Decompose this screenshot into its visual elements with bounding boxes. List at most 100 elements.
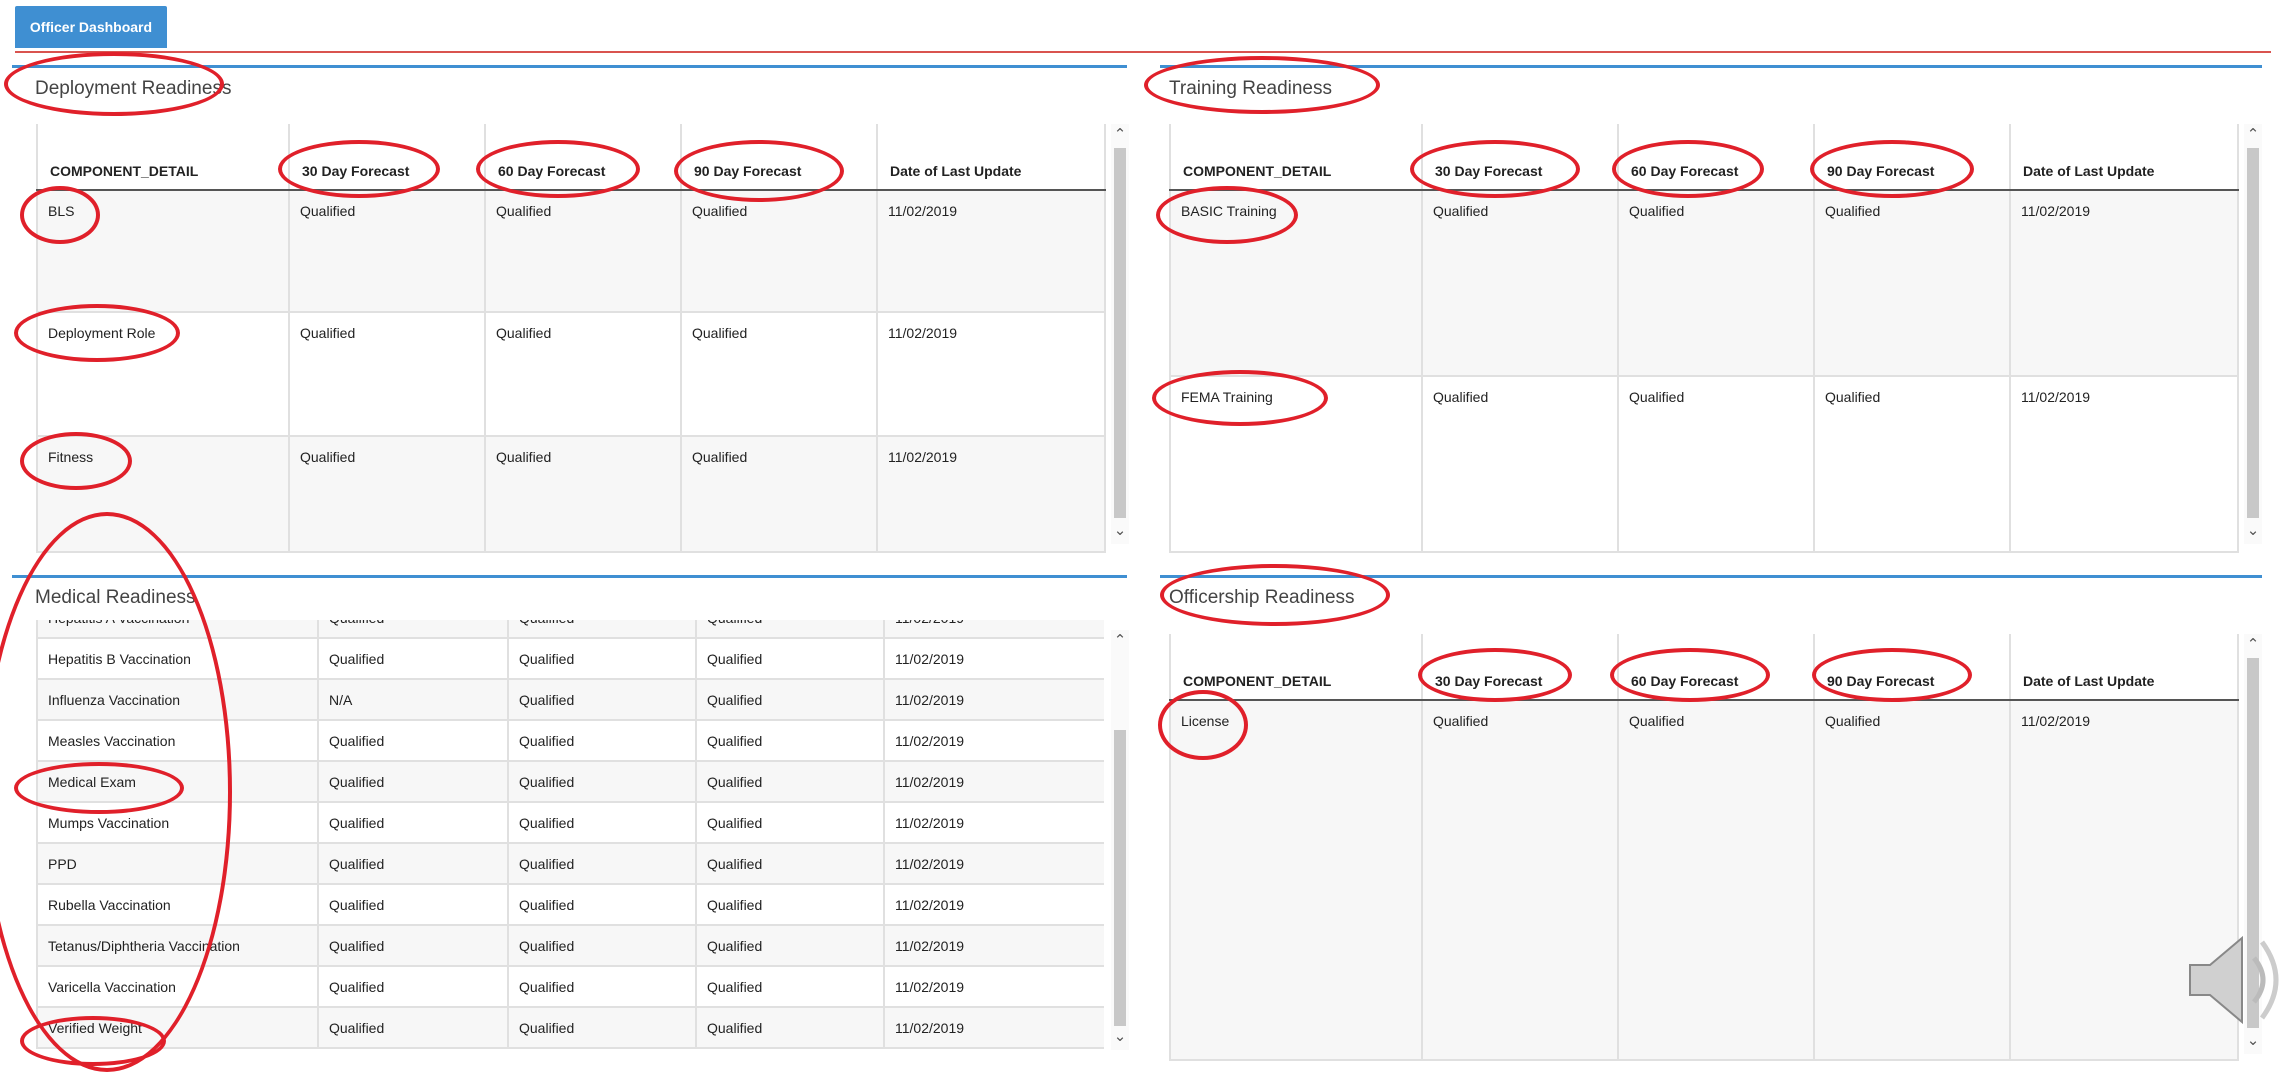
table-row[interactable]: Deployment Role Qualified Qualified Qual…	[36, 311, 1106, 437]
col-header-90-day[interactable]: 90 Day Forecast	[1813, 634, 2011, 701]
cell-30-day: Qualified	[317, 801, 509, 844]
table-row[interactable]: FEMA Training Qualified Qualified Qualif…	[1169, 375, 2239, 553]
deployment-table: COMPONENT_DETAIL 30 Day Forecast 60 Day …	[36, 124, 1106, 553]
cell-60-day: Qualified	[1617, 699, 1815, 1061]
chevron-up-icon[interactable]: ⌃	[2245, 126, 2261, 144]
table-row[interactable]: Fitness Qualified Qualified Qualified 11…	[36, 435, 1106, 553]
table-row[interactable]: Influenza Vaccination N/A Qualified Qualifi…	[36, 678, 1104, 721]
col-header-90-day[interactable]: 90 Day Forecast	[680, 124, 878, 191]
cell-30-day: Qualified	[317, 842, 509, 885]
col-header-last-update[interactable]: Date of Last Update	[2009, 634, 2239, 701]
cell-last-update: 11/02/2019	[883, 1006, 1104, 1049]
chevron-down-icon[interactable]: ⌄	[1112, 522, 1128, 540]
medical-scrollbar[interactable]: ⌃ ⌄	[1111, 630, 1129, 1050]
col-header-60-day[interactable]: 60 Day Forecast	[1617, 634, 1815, 701]
cell-component: Measles Vaccination	[36, 719, 319, 762]
tab-officer-dashboard[interactable]: Officer Dashboard	[15, 6, 167, 48]
chevron-down-icon[interactable]: ⌄	[1112, 1028, 1128, 1046]
chevron-up-icon[interactable]: ⌃	[2245, 636, 2261, 654]
table-row[interactable]: Tetanus/Diphtheria Vaccination Qualified Q…	[36, 924, 1104, 967]
cell-last-update: 11/02/2019	[2009, 189, 2239, 377]
cell-60-day: Qualified	[507, 678, 697, 721]
col-header-component[interactable]: COMPONENT_DETAIL	[36, 124, 290, 191]
table-row[interactable]: Mumps Vaccination Qualified Qualified Quali…	[36, 801, 1104, 844]
cell-60-day: Qualified	[507, 883, 697, 926]
cell-60-day: Qualified	[507, 620, 697, 639]
cell-last-update: 11/02/2019	[2009, 375, 2239, 553]
cell-last-update: 11/02/2019	[883, 924, 1104, 967]
cell-90-day: Qualified	[695, 801, 885, 844]
table-row[interactable]: License Qualified Qualified Qualified 11…	[1169, 699, 2239, 1061]
scroll-thumb[interactable]	[2247, 148, 2259, 518]
col-header-component[interactable]: COMPONENT_DETAIL	[1169, 634, 1423, 701]
cell-60-day: Qualified	[484, 435, 682, 553]
cell-component: PPD	[36, 842, 319, 885]
cell-60-day: Qualified	[507, 719, 697, 762]
col-header-60-day[interactable]: 60 Day Forecast	[1617, 124, 1815, 191]
cell-component: License	[1169, 699, 1423, 1061]
cell-last-update: 11/02/2019	[876, 189, 1106, 313]
medical-readiness-title: Medical Readiness	[35, 587, 196, 608]
col-header-component[interactable]: COMPONENT_DETAIL	[1169, 124, 1423, 191]
table-row[interactable]: Verified Weight Qualified Qualified Qualifi…	[36, 1006, 1104, 1049]
table-row[interactable]: Hepatitis A Vaccination Qualified Qualif…	[36, 620, 1104, 639]
medical-panel-border	[12, 575, 1127, 578]
cell-last-update: 11/02/2019	[883, 883, 1104, 926]
cell-30-day: Qualified	[317, 965, 509, 1008]
cell-last-update: 11/02/2019	[883, 719, 1104, 762]
cell-30-day: Qualified	[317, 637, 509, 680]
cell-last-update: 11/02/2019	[883, 842, 1104, 885]
cell-30-day: Qualified	[317, 883, 509, 926]
cell-last-update: 11/02/2019	[883, 965, 1104, 1008]
col-header-60-day[interactable]: 60 Day Forecast	[484, 124, 682, 191]
cell-30-day: Qualified	[317, 620, 509, 639]
col-header-last-update[interactable]: Date of Last Update	[2009, 124, 2239, 191]
table-row[interactable]: Hepatitis B Vaccination Qualified Qualifie…	[36, 637, 1104, 680]
cell-last-update: 11/02/2019	[883, 801, 1104, 844]
cell-component: Tetanus/Diphtheria Vaccination	[36, 924, 319, 967]
chevron-up-icon[interactable]: ⌃	[1112, 632, 1128, 650]
col-header-90-day[interactable]: 90 Day Forecast	[1813, 124, 2011, 191]
cell-60-day: Qualified	[484, 311, 682, 437]
cell-30-day: Qualified	[1421, 699, 1619, 1061]
cell-30-day: Qualified	[317, 719, 509, 762]
cell-60-day: Qualified	[507, 842, 697, 885]
cell-last-update: 11/02/2019	[876, 435, 1106, 553]
table-row[interactable]: Varicella Vaccination Qualified Qualified Q…	[36, 965, 1104, 1008]
table-row[interactable]: PPD Qualified Qualified Qualified 11/02/2019	[36, 842, 1104, 885]
cell-90-day: Qualified	[1813, 375, 2011, 553]
cell-30-day: Qualified	[288, 311, 486, 437]
scroll-thumb[interactable]	[1114, 730, 1126, 1026]
chevron-down-icon[interactable]: ⌄	[2245, 522, 2261, 540]
cell-90-day: Qualified	[1813, 189, 2011, 377]
cell-60-day: Qualified	[507, 924, 697, 967]
table-row[interactable]: BASIC Training Qualified Qualified Quali…	[1169, 189, 2239, 377]
deployment-panel-border	[12, 65, 1127, 68]
cell-last-update: 11/02/2019	[883, 678, 1104, 721]
col-header-30-day[interactable]: 30 Day Forecast	[288, 124, 486, 191]
training-scrollbar[interactable]: ⌃ ⌄	[2244, 124, 2262, 544]
table-row[interactable]: Measles Vaccination Qualified Qualified Qua…	[36, 719, 1104, 762]
cell-component: Deployment Role	[36, 311, 290, 437]
cell-component: BASIC Training	[1169, 189, 1423, 377]
table-row[interactable]: BLS Qualified Qualified Qualified 11/02/…	[36, 189, 1106, 313]
chevron-up-icon[interactable]: ⌃	[1112, 126, 1128, 144]
deployment-scrollbar[interactable]: ⌃ ⌄	[1111, 124, 1129, 544]
cell-last-update: 11/02/2019	[883, 637, 1104, 680]
table-row[interactable]: Medical Exam Qualified Qualified Qualified 1…	[36, 760, 1104, 803]
speaker-icon[interactable]	[2180, 920, 2280, 1040]
tab-underline	[15, 51, 2271, 53]
cell-component: Hepatitis A Vaccination	[36, 620, 319, 639]
table-row[interactable]: Rubella Vaccination Qualified Qualified Qua…	[36, 883, 1104, 926]
cell-component: Medical Exam	[36, 760, 319, 803]
scroll-thumb[interactable]	[1114, 148, 1126, 518]
col-header-last-update[interactable]: Date of Last Update	[876, 124, 1106, 191]
cell-60-day: Qualified	[507, 801, 697, 844]
col-header-30-day[interactable]: 30 Day Forecast	[1421, 634, 1619, 701]
cell-30-day: Qualified	[317, 760, 509, 803]
cell-30-day: Qualified	[317, 1006, 509, 1049]
cell-30-day: Qualified	[317, 924, 509, 967]
col-header-30-day[interactable]: 30 Day Forecast	[1421, 124, 1619, 191]
training-readiness-title: Training Readiness	[1169, 78, 1332, 99]
cell-30-day: Qualified	[1421, 375, 1619, 553]
